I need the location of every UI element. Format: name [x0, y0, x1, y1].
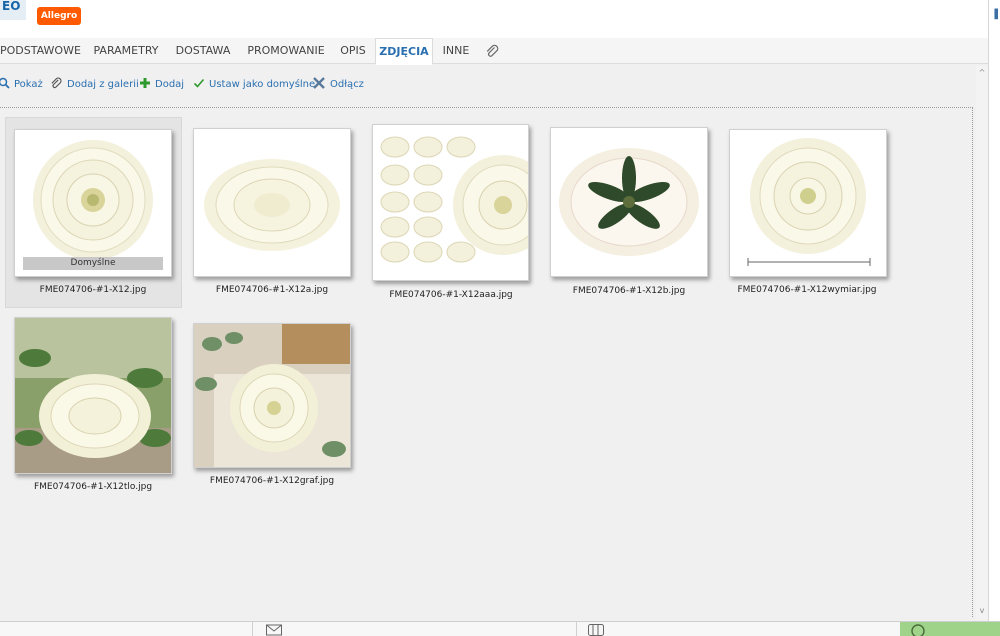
photo-thumbnail[interactable] — [193, 128, 351, 277]
tab-attachments-paperclip-icon[interactable] — [484, 43, 500, 59]
dahlia-dimension-image — [747, 138, 871, 266]
paperclip-icon — [49, 76, 63, 93]
photo-filename: FME074706-#1-X12tlo.jpg — [33, 482, 153, 492]
show-button[interactable]: Pokaż — [0, 76, 43, 92]
app-logo: EO — [0, 0, 26, 20]
photo-filename: FME074706-#1-X12wymiar.jpg — [737, 285, 877, 295]
tab-bar: PODSTAWOWE PARAMETRY DOSTAWA PROMOWANIE … — [0, 38, 988, 65]
status-action-green[interactable] — [900, 622, 1000, 636]
white-dahlia-image — [33, 140, 153, 260]
dahlia-collage-image — [380, 136, 528, 263]
scroll-down-arrow-icon[interactable]: v — [977, 606, 987, 616]
side-panel-strip: ▐ — [988, 0, 1000, 636]
add-label: Dodaj — [155, 78, 185, 90]
add-from-gallery-label: Dodaj z galerii — [67, 78, 139, 90]
add-from-gallery-button[interactable]: Dodaj z galerii — [49, 76, 139, 92]
photo-filename: FME074706-#1-X12.jpg — [39, 285, 147, 295]
tab-parametry[interactable]: PARAMETRY — [86, 38, 166, 64]
scroll-up-arrow-icon[interactable]: ^ — [977, 68, 987, 78]
detach-label: Odłącz — [330, 78, 364, 90]
photo-filename: FME074706-#1-X12b.jpg — [572, 286, 686, 296]
barcode-icon[interactable] — [588, 624, 604, 636]
photo-thumbnail[interactable] — [193, 323, 351, 468]
dahlia-back-leaves-image — [559, 148, 699, 256]
tab-inne[interactable]: INNE — [437, 38, 475, 64]
listing-header: EO Allegro — [0, 0, 988, 38]
photo-thumbnail[interactable] — [372, 124, 529, 281]
photo-thumbnail[interactable] — [550, 127, 708, 277]
photo-filename: FME074706-#1-X12aaa.jpg — [389, 290, 513, 300]
detach-button[interactable]: Odłącz — [312, 76, 364, 92]
white-dahlia-side-image — [204, 159, 340, 251]
side-panel-marker-icon: ▐ — [991, 10, 998, 20]
envelope-icon[interactable] — [266, 624, 282, 636]
bottom-status-bar — [0, 621, 1000, 636]
search-icon — [0, 77, 10, 92]
plus-icon — [139, 77, 151, 92]
show-label: Pokaż — [14, 78, 43, 90]
dahlia-scene-image — [15, 318, 171, 473]
tab-dostawa[interactable]: DOSTAWA — [170, 38, 236, 64]
photo-filename: FME074706-#1-X12graf.jpg — [209, 476, 335, 486]
add-button[interactable]: Dodaj — [139, 76, 184, 92]
status-divider — [252, 622, 253, 636]
close-icon — [312, 76, 326, 93]
tab-promowanie[interactable]: PROMOWANIE — [241, 38, 331, 64]
photo-thumbnail[interactable] — [14, 317, 172, 474]
photo-thumbnail-default[interactable]: Domyślne — [14, 129, 172, 277]
photo-toolbar: Pokaż Dodaj z galerii Dodaj Ustaw jako d… — [0, 66, 988, 100]
status-divider — [576, 622, 577, 636]
dahlia-styled-image — [194, 324, 350, 467]
gallery-scrollbar[interactable]: ^ v — [976, 66, 988, 620]
photo-filename: FME074706-#1-X12a.jpg — [215, 285, 329, 295]
photo-thumbnail[interactable] — [729, 129, 887, 277]
status-circle-icon — [911, 624, 925, 636]
set-default-button[interactable]: Ustaw jako domyślne — [193, 76, 315, 92]
allegro-badge: Allegro — [37, 7, 81, 25]
checkmark-icon — [193, 77, 205, 92]
tab-opis[interactable]: OPIS — [334, 38, 372, 64]
tab-zdjecia[interactable]: ZDJĘCIA — [375, 38, 433, 65]
tab-podstawowe[interactable]: PODSTAWOWE — [0, 38, 81, 64]
default-photo-label: Domyślne — [23, 257, 163, 270]
set-default-label: Ustaw jako domyślne — [209, 78, 316, 90]
